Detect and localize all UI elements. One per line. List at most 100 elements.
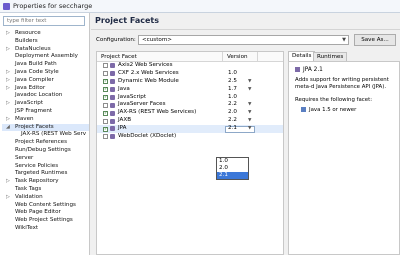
tree-item[interactable]: ▷ Java Compiler — [2, 77, 89, 85]
column-separator — [257, 52, 258, 62]
facet-row[interactable]: ✓ JavaScript 1.0 — [97, 94, 283, 102]
version-option[interactable]: 2.0 — [217, 165, 248, 172]
facet-row[interactable]: JavaServer Faces 2.2 ▼ — [97, 101, 283, 109]
facet-checkbox[interactable]: ✓ — [103, 94, 108, 100]
facet-row[interactable]: ✓ Java 1.7 ▼ — [97, 86, 283, 94]
facet-checkbox[interactable] — [103, 118, 108, 124]
configuration-label: Configuration: — [96, 37, 136, 43]
tree-item[interactable]: Server — [2, 155, 89, 163]
expand-arrow-icon[interactable]: ▷ — [6, 100, 10, 108]
facet-version[interactable]: 2.1 — [228, 125, 237, 133]
details-title-text: JPA 2.1 — [303, 67, 323, 73]
tree-item[interactable]: ▷ Task Repository — [2, 178, 89, 186]
facet-checkbox[interactable] — [103, 102, 108, 108]
tree-item[interactable]: Java Build Path — [2, 61, 89, 69]
facets-table: Project Facet Version Axis2 Web Services… — [96, 51, 284, 255]
tree-item[interactable]: Web Content Settings — [2, 202, 89, 210]
tree-item[interactable]: Run/Debug Settings — [2, 146, 89, 155]
expand-arrow-icon[interactable]: ▷ — [6, 194, 10, 202]
tree-item[interactable]: ▷ Java Editor — [2, 85, 89, 93]
expand-arrow-icon[interactable]: ▷ — [6, 116, 10, 124]
expand-arrow-icon[interactable]: ▷ — [6, 77, 10, 85]
tree-item-label: Web Project Settings — [15, 217, 73, 224]
facet-row[interactable]: ✓ Dynamic Web Module 2.5 ▼ — [97, 78, 283, 86]
tree-item-label: Run/Debug Settings — [15, 146, 71, 153]
facet-icon — [110, 63, 115, 69]
facet-version[interactable]: 2.0 — [228, 109, 237, 117]
window-title: Properties for seccharge — [13, 2, 93, 10]
tree-item-label: JAX-RS (REST Web Serv — [21, 131, 87, 138]
facet-row[interactable]: ✓ JPA 2.1 ▼ — [97, 125, 283, 134]
tree-item[interactable]: Deployment Assembly — [2, 53, 89, 61]
facet-version[interactable]: 2.2 — [228, 117, 237, 125]
tree-item-label: Java Code Style — [15, 68, 59, 75]
expand-arrow-icon[interactable]: ▷ — [6, 30, 10, 38]
facets-table-header: Project Facet Version — [97, 52, 283, 62]
tree-item-label: Project Facets — [15, 123, 54, 130]
facet-row[interactable]: JAXB 2.2 ▼ — [97, 117, 283, 125]
expand-arrow-icon[interactable]: ▷ — [6, 85, 10, 93]
facet-row[interactable]: WebDoclet (XDoclet) — [97, 133, 283, 141]
details-title: JPA 2.1 — [295, 67, 323, 73]
tree-item[interactable]: Builders — [2, 38, 89, 46]
tree-item[interactable]: Service Policies — [2, 163, 89, 171]
facet-checkbox[interactable]: ✓ — [103, 126, 108, 132]
tree-item[interactable]: Web Project Settings — [2, 217, 89, 225]
tree-item[interactable]: ▷ DataNucleus — [2, 46, 89, 54]
tree-item[interactable]: ◢ Project Facets — [2, 123, 89, 132]
facet-version[interactable]: 1.7 — [228, 86, 237, 94]
expand-arrow-icon[interactable]: ▷ — [6, 178, 10, 186]
chevron-down-icon[interactable]: ▼ — [248, 78, 251, 86]
facet-row[interactable]: CXF 2.x Web Services 1.0 — [97, 70, 283, 78]
facet-checkbox[interactable] — [103, 63, 108, 69]
chevron-down-icon[interactable]: ▼ — [248, 117, 251, 125]
facet-row[interactable]: Axis2 Web Services — [97, 62, 283, 70]
tree-item[interactable]: JAX-RS (REST Web Serv — [2, 131, 89, 139]
facet-checkbox[interactable]: ✓ — [103, 79, 108, 85]
tree-item[interactable]: ▷ JavaScript — [2, 100, 89, 108]
window-title-bar: Properties for seccharge — [0, 0, 400, 13]
column-header-facet[interactable]: Project Facet — [101, 54, 137, 60]
tree-item-label: Validation — [15, 193, 43, 200]
expand-arrow-icon[interactable]: ▷ — [6, 69, 10, 77]
tree-item[interactable]: Project References — [2, 139, 89, 147]
chevron-down-icon[interactable]: ▼ — [248, 101, 251, 109]
facet-name: JPA — [118, 125, 127, 132]
tree-item[interactable]: Web Page Editor — [2, 209, 89, 217]
expand-arrow-icon[interactable]: ▷ — [6, 46, 10, 54]
facet-checkbox[interactable]: ✓ — [103, 87, 108, 93]
chevron-down-icon[interactable]: ▼ — [248, 109, 251, 117]
property-page-tree: ▷ Resource Builders ▷ DataNucleus Deployment … — [2, 30, 89, 233]
version-option[interactable]: 1.0 — [217, 158, 248, 165]
facet-icon — [110, 110, 115, 116]
facet-name: JAX-RS (REST Web Services) — [118, 109, 197, 116]
column-header-version[interactable]: Version — [227, 54, 248, 60]
tree-item[interactable]: ▷ Validation — [2, 193, 89, 202]
filter-input[interactable] — [3, 16, 85, 26]
chevron-down-icon[interactable]: ▼ — [248, 86, 251, 94]
tree-item-label: Java Build Path — [15, 61, 57, 68]
facet-version[interactable]: 2.2 — [228, 101, 237, 109]
save-as-button[interactable]: Save As... — [354, 34, 396, 46]
chevron-down-icon[interactable]: ▼ — [248, 125, 251, 133]
facet-checkbox[interactable] — [103, 71, 108, 77]
tree-item[interactable]: Javadoc Location — [2, 92, 89, 100]
version-option[interactable]: 2.1 — [217, 172, 248, 179]
tree-item[interactable]: ▷ Resource — [2, 30, 89, 38]
tree-item[interactable]: Task Tags — [2, 186, 89, 194]
facet-name: WebDoclet (XDoclet) — [118, 133, 177, 140]
expanded-arrow-icon[interactable]: ◢ — [6, 124, 10, 132]
tree-item[interactable]: ▷ Maven — [2, 116, 89, 124]
tree-item[interactable]: JSP Fragment — [2, 108, 89, 116]
facet-row[interactable]: ✓ JAX-RS (REST Web Services) 2.0 ▼ — [97, 109, 283, 117]
facet-checkbox[interactable]: ✓ — [103, 110, 108, 116]
facet-icon — [110, 134, 115, 140]
chevron-down-icon: ▼ — [342, 37, 346, 43]
facet-version[interactable]: 2.5 — [228, 78, 237, 86]
tree-item[interactable]: ▷ Java Code Style — [2, 68, 89, 77]
configuration-select[interactable]: <custom> ▼ — [138, 35, 349, 45]
tree-item[interactable]: Targeted Runtimes — [2, 170, 89, 178]
tree-item[interactable]: WikiText — [2, 225, 89, 233]
requires-item-text: Java 1.5 or newer — [309, 107, 357, 113]
facet-checkbox[interactable] — [103, 134, 108, 140]
